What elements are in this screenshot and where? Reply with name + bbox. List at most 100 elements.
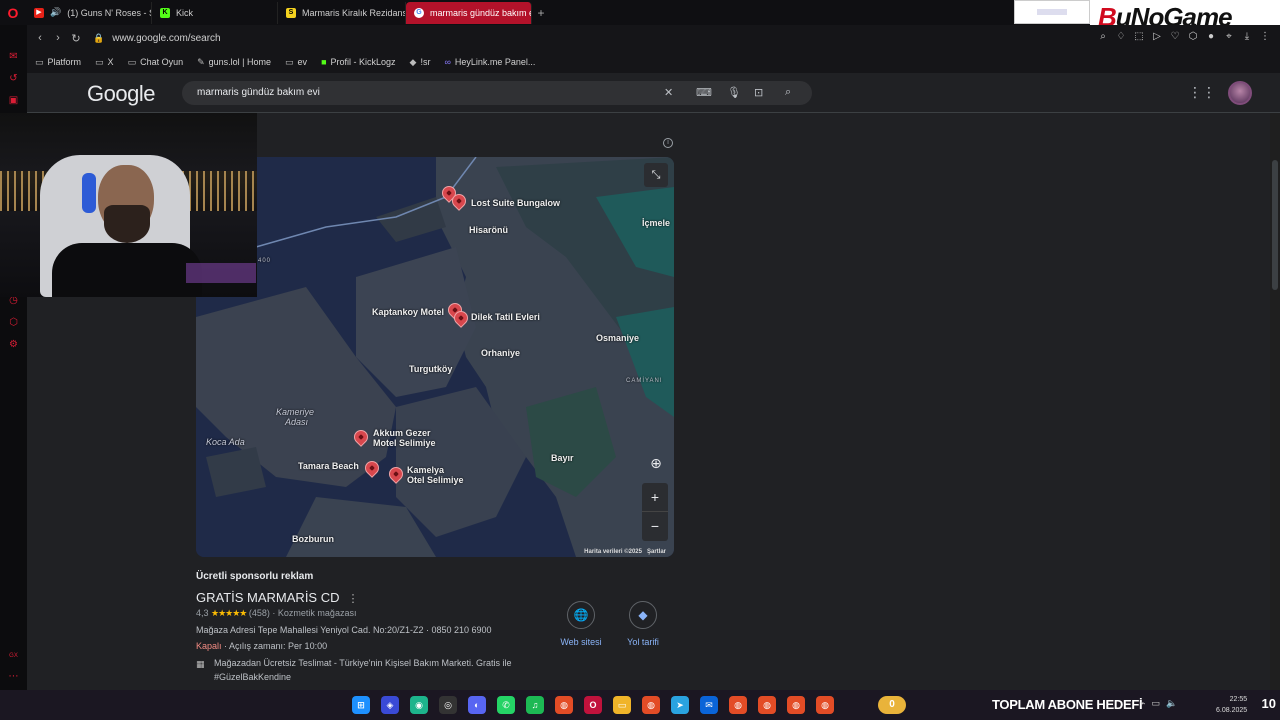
- chrome-icon[interactable]: ◍: [555, 696, 573, 714]
- network-icon[interactable]: ⌁: [1140, 698, 1145, 709]
- bookmark-sr[interactable]: ◆ !sr: [410, 57, 431, 68]
- apps-grid-icon[interactable]: ⋮⋮: [1188, 84, 1216, 101]
- map-label-kameriye: Kameriye: [276, 407, 315, 417]
- download-icon[interactable]: ⤓: [1242, 31, 1252, 43]
- bookmark-ev[interactable]: ▭ ev: [285, 57, 307, 68]
- zoom-out-button[interactable]: −: [642, 512, 668, 541]
- map-label-lost-suite[interactable]: Lost Suite Bungalow: [471, 198, 560, 208]
- player-icon[interactable]: ▷: [1152, 31, 1162, 43]
- outlook-icon[interactable]: ✉: [700, 696, 718, 714]
- new-tab-button[interactable]: +: [532, 6, 550, 20]
- chrome-icon[interactable]: ◍: [787, 696, 805, 714]
- bookmark-platform[interactable]: ▭ Platform: [35, 57, 81, 68]
- my-location-icon[interactable]: ⊕: [644, 451, 668, 475]
- lens-icon[interactable]: ⊡: [754, 86, 763, 99]
- bitwarden-icon[interactable]: ◈: [381, 696, 399, 714]
- zoom-in-button[interactable]: +: [642, 483, 668, 512]
- avatar[interactable]: [1228, 81, 1252, 105]
- tab-label: marmaris gündüz bakım e: [430, 7, 532, 18]
- directions-button[interactable]: ◆ Yol tarifi: [613, 601, 673, 647]
- whatsapp-icon[interactable]: ✆: [497, 696, 515, 714]
- microphone-icon[interactable]: 🎙: [727, 86, 741, 99]
- map-label-dilek[interactable]: Dilek Tatil Evleri: [471, 312, 540, 322]
- map-terms-link[interactable]: Şartlar: [647, 549, 666, 555]
- chrome-icon[interactable]: ◍: [729, 696, 747, 714]
- history-icon[interactable]: ↺: [8, 73, 19, 84]
- notification-count[interactable]: 10: [1262, 696, 1276, 711]
- overlay-widget: [1014, 0, 1090, 24]
- reload-icon[interactable]: ↻: [67, 32, 85, 45]
- windows-start-icon[interactable]: ⊞: [352, 696, 370, 714]
- map-attribution: Harita verileri ©2025 Şartlar: [584, 549, 666, 555]
- collapse-map-icon[interactable]: ⤡: [644, 163, 668, 187]
- obs-icon[interactable]: ◉: [410, 696, 428, 714]
- business-name[interactable]: GRATİS MARMARİS CD ⋮: [196, 590, 359, 605]
- business-title[interactable]: GRATİS MARMARİS CD: [196, 590, 340, 605]
- file-explorer-icon[interactable]: ▭: [613, 696, 631, 714]
- extensions-toolbar-icon[interactable]: ⬡: [1188, 31, 1198, 43]
- bookmark-x[interactable]: ▭ X: [95, 57, 114, 68]
- keyboard-icon[interactable]: ⌨: [696, 86, 712, 99]
- bookmark-heylink[interactable]: ∞ HeyLink.me Panel...: [444, 57, 535, 67]
- chrome-icon[interactable]: ◍: [816, 696, 834, 714]
- pin-icon[interactable]: ⌖: [1224, 31, 1234, 43]
- tab-kick[interactable]: K Kick: [152, 1, 278, 24]
- review-count[interactable]: (458): [249, 608, 270, 618]
- info-icon[interactable]: i: [663, 138, 673, 148]
- tab-marmaris-kiralik[interactable]: S Marmaris Kiralık Rezidans: [278, 1, 406, 24]
- more-options-icon[interactable]: ⋮: [348, 593, 359, 605]
- heart-icon[interactable]: ♡: [1170, 31, 1180, 43]
- menu-icon[interactable]: ⋮: [1260, 31, 1270, 43]
- globe-icon: 🌐: [567, 601, 595, 629]
- wallet-icon[interactable]: ▣: [8, 95, 19, 106]
- map-label-kaptankoy[interactable]: Kaptankoy Motel: [372, 307, 444, 317]
- search-box[interactable]: marmaris gündüz bakım evi ✕ ⌨ 🎙 ⊡ ⌕: [182, 81, 812, 105]
- rating-value: 4,3: [196, 608, 209, 618]
- clear-icon[interactable]: ✕: [664, 86, 673, 99]
- bookmark-guns-lol[interactable]: ✎ guns.lol | Home: [197, 57, 271, 68]
- discord-icon[interactable]: ◐: [468, 696, 486, 714]
- snapshot-icon[interactable]: ⬚: [1134, 31, 1144, 43]
- back-icon[interactable]: ‹: [31, 32, 49, 44]
- zoom-icon[interactable]: ⌕: [1098, 31, 1108, 43]
- search-icon[interactable]: ⌕: [785, 86, 791, 99]
- directions-icon: ◆: [629, 601, 657, 629]
- messenger-icon[interactable]: ✉: [8, 51, 19, 62]
- website-button[interactable]: 🌐 Web sitesi: [551, 601, 611, 647]
- spotify-icon[interactable]: ♫: [526, 696, 544, 714]
- search-input[interactable]: marmaris gündüz bakım evi: [197, 87, 320, 98]
- website-label: Web sitesi: [560, 637, 602, 647]
- map-label-akkum-2[interactable]: Motel Selimiye: [373, 438, 436, 448]
- map-label-kamelya-1[interactable]: Kamelya: [407, 465, 444, 475]
- gx-icon[interactable]: GX: [8, 651, 19, 662]
- display-icon[interactable]: ▭: [1151, 698, 1160, 709]
- url-field[interactable]: www.google.com/search: [112, 33, 220, 44]
- settings-icon[interactable]: ⚙: [8, 339, 19, 350]
- map-view[interactable]: Lost Suite Bungalow Hisarönü İçmele Kapt…: [196, 157, 674, 557]
- map-label-akkum-1[interactable]: Akkum Gezer: [373, 428, 431, 438]
- chrome-icon[interactable]: ◍: [758, 696, 776, 714]
- taskbar-apps: ⊞ ◈ ◉ ◎ ◐ ✆ ♫ ◍ O ▭ ◍ ➤ ✉ ◍ ◍ ◍ ◍: [352, 696, 834, 714]
- steam-icon[interactable]: ◎: [439, 696, 457, 714]
- map-label-icmeler: İçmele: [642, 218, 671, 228]
- google-logo[interactable]: Google: [87, 81, 155, 107]
- map-label-tamara[interactable]: Tamara Beach: [298, 461, 359, 471]
- more-icon[interactable]: ⋯: [8, 671, 19, 682]
- bookmark-icon[interactable]: ♢: [1116, 31, 1126, 43]
- profile-icon[interactable]: ●: [1206, 31, 1216, 43]
- bookmark-chat-oyun[interactable]: ▭ Chat Oyun: [128, 57, 184, 68]
- opera-menu-icon[interactable]: O: [0, 0, 26, 25]
- tab-google-search[interactable]: G marmaris gündüz bakım e: [406, 1, 532, 24]
- chrome-icon[interactable]: ◍: [642, 696, 660, 714]
- map-label-kamelya-2[interactable]: Otel Selimiye: [407, 475, 464, 485]
- bookmark-kicklogz[interactable]: ■ Profil - KickLogz: [321, 57, 395, 67]
- browser-toolbar: ⌕ ♢ ⬚ ▷ ♡ ⬡ ● ⌖ ⤓ ⋮: [1098, 31, 1270, 43]
- taskbar-clock[interactable]: 22:55 6.08.2025: [1216, 694, 1247, 716]
- tab-guns-n-roses[interactable]: ▶ 🔊 (1) Guns N' Roses - S: [26, 1, 152, 24]
- opera-gx-icon[interactable]: O: [584, 696, 602, 714]
- volume-icon[interactable]: 🔈: [1166, 698, 1177, 709]
- page-scrollbar[interactable]: [1272, 160, 1278, 290]
- forward-icon[interactable]: ›: [49, 32, 67, 44]
- extensions-icon[interactable]: ⬡: [8, 317, 19, 328]
- telegram-icon[interactable]: ➤: [671, 696, 689, 714]
